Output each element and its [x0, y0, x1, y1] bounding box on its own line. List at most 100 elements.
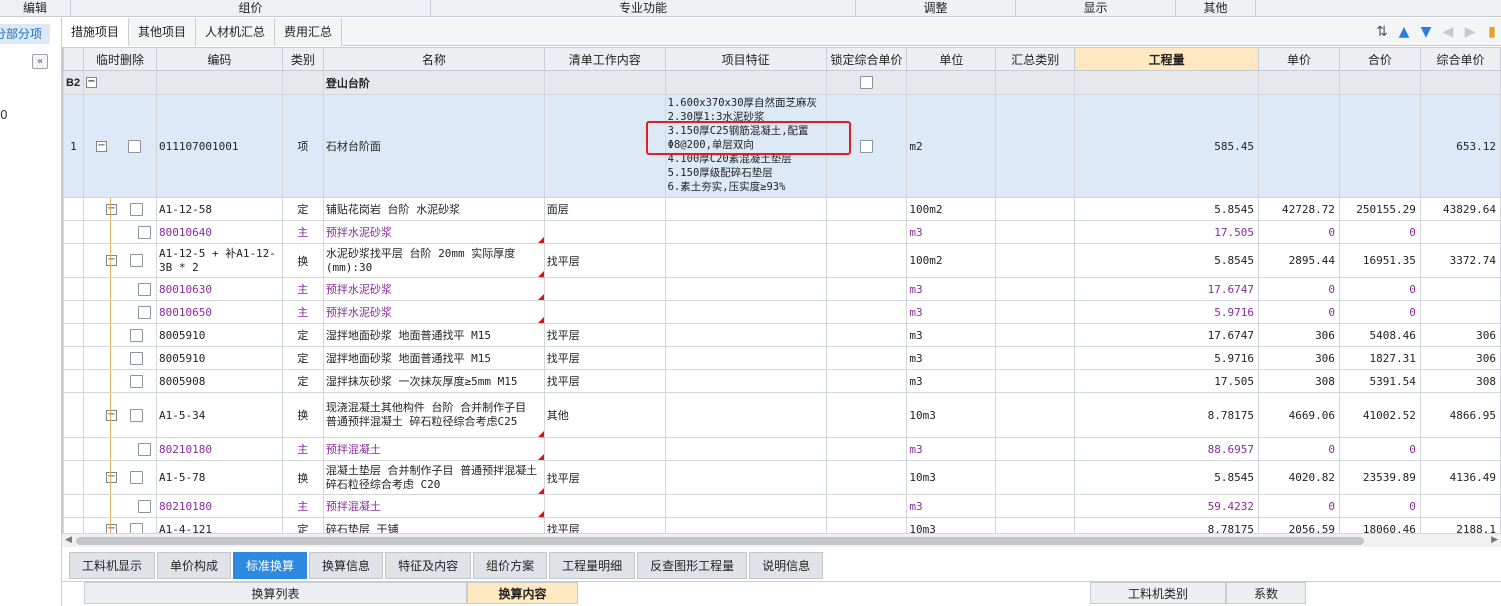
item-features[interactable]: 1.600x370x30厚自然面芝麻灰 2.30厚1:3水泥砂浆 3.150厚C25… [664, 94, 827, 198]
temp-delete-checkbox[interactable] [137, 305, 151, 319]
tab-1[interactable]: 其他项目 [129, 18, 197, 46]
row-name[interactable]: 预拌混凝土 [322, 437, 545, 461]
row-qty[interactable]: 5.9716 [1074, 346, 1259, 370]
row-qty[interactable]: 17.505 [1074, 220, 1259, 244]
temp-delete-checkbox[interactable] [137, 225, 151, 239]
col-header-12[interactable]: 合价 [1338, 47, 1421, 71]
arrow-right-icon[interactable]: ▶ [1461, 24, 1479, 40]
row-qty[interactable]: 17.6747 [1074, 277, 1259, 301]
row-name[interactable]: 混凝土垫层 合并制作子目 普通预拌混凝土 碎石粒径综合考虑 C20 [322, 460, 545, 495]
temp-delete-checkbox[interactable] [129, 471, 143, 485]
collapse-icon[interactable]: − [105, 472, 117, 484]
tab-3[interactable]: 费用汇总 [275, 18, 343, 46]
row-name[interactable]: 预拌水泥砂浆 [322, 220, 545, 244]
row-name[interactable]: 预拌水泥砂浆 [322, 300, 545, 324]
row-name[interactable]: 预拌混凝土 [322, 494, 545, 518]
col-header-10[interactable]: 工程量 [1074, 47, 1259, 71]
row-qty[interactable]: 8.78175 [1074, 392, 1259, 438]
lock-price-checkbox[interactable] [859, 139, 873, 153]
temp-delete-checkbox[interactable] [137, 442, 151, 456]
row-name[interactable]: 预拌水泥砂浆 [322, 277, 545, 301]
collapse-icon[interactable]: − [105, 203, 117, 215]
item-name[interactable]: 石材台阶面 [322, 94, 545, 198]
col-header-4[interactable]: 名称 [322, 47, 545, 71]
row-qty[interactable]: 5.8545 [1074, 243, 1259, 278]
bottom-tab-8[interactable]: 说明信息 [749, 552, 824, 579]
bottom-tab-3[interactable]: 换算信息 [309, 552, 384, 579]
quota-row[interactable]: 80210180 主预拌混凝土 m3 59.4232 0 0 [63, 494, 1501, 518]
row-qty[interactable]: 59.4232 [1074, 494, 1259, 518]
row-qty[interactable]: 17.505 [1074, 369, 1259, 393]
row-name[interactable]: 湿拌地面砂浆 地面普通找平 M15 [322, 346, 545, 370]
quota-row[interactable]: − A1-12-58 定铺贴花岗岩 台阶 水泥砂浆 面层 100m2 5.8545 427… [63, 197, 1501, 221]
tab-0[interactable]: 措施项目 [62, 18, 130, 46]
quota-row[interactable]: − A1-12-5 + 补A1-12-3B * 2 换水泥砂浆找平层 台阶 20m… [63, 243, 1501, 278]
row-qty[interactable]: 8.78175 [1074, 517, 1259, 533]
row-name[interactable]: 湿拌抹灰砂浆 一次抹灰厚度≥5mm M15 [322, 369, 545, 393]
col-header-9[interactable]: 汇总类别 [995, 47, 1076, 71]
scrollbar-thumb[interactable] [76, 537, 1364, 545]
row-qty[interactable]: 5.9716 [1074, 300, 1259, 324]
quota-row[interactable]: 80010650 主预拌水泥砂浆 m3 5.9716 0 0 [63, 300, 1501, 324]
bottom-tab-5[interactable]: 组价方案 [473, 552, 548, 579]
row-qty[interactable]: 17.6747 [1074, 323, 1259, 347]
col-header-6[interactable]: 项目特征 [664, 47, 827, 71]
quota-row[interactable]: 80210180 主预拌混凝土 m3 88.6957 0 0 [63, 437, 1501, 461]
col-header-1[interactable]: 临时删除 [82, 47, 157, 71]
col-header-3[interactable]: 类别 [281, 47, 324, 71]
temp-delete-checkbox[interactable] [137, 282, 151, 296]
row-qty[interactable]: 5.8545 [1074, 460, 1259, 495]
menu-0[interactable]: 编辑 [0, 0, 71, 17]
row-name[interactable]: 湿拌地面砂浆 地面普通找平 M15 [322, 323, 545, 347]
bottom-tab-4[interactable]: 特征及内容 [385, 552, 472, 579]
move-icon[interactable]: ⇅ [1373, 24, 1391, 40]
tab-fenbufenxiang[interactable]: 分部分项 [0, 24, 50, 44]
section-row[interactable]: B2− 登山台阶 [63, 70, 1501, 95]
collapse-icon[interactable]: − [105, 409, 117, 421]
temp-delete-checkbox[interactable] [129, 522, 143, 533]
col-header-11[interactable]: 单价 [1257, 47, 1340, 71]
temp-delete-checkbox[interactable] [129, 351, 143, 365]
item-qty[interactable]: 585.45 [1074, 94, 1259, 198]
temp-delete-checkbox[interactable] [129, 254, 143, 268]
row-name[interactable]: 现浇混凝土其他构件 台阶 合并制作子目 普通预拌混凝土 碎石粒径综合考虑C25 [322, 392, 545, 438]
menu-2[interactable]: 专业功能 [431, 0, 856, 17]
menu-5[interactable]: 其他 [1176, 0, 1256, 17]
quota-row[interactable]: 8005910 定湿拌地面砂浆 地面普通找平 M15 找平层 m3 17.6747 306… [63, 323, 1501, 347]
bottom-tab-0[interactable]: 工料机显示 [69, 552, 156, 579]
row-name[interactable]: 碎石垫层 干铺 [322, 517, 545, 533]
quota-row[interactable]: 8005908 定湿拌抹灰砂浆 一次抹灰厚度≥5mm M15 找平层 m3 17.505… [63, 369, 1501, 393]
collapse-icon[interactable]: − [105, 523, 117, 533]
boq-item-row[interactable]: 1− 011107001001 项石材台阶面 1.600x370x30厚自然面芝麻灰… [63, 94, 1501, 198]
collapse-left-icon[interactable]: « [32, 54, 48, 69]
col-header-7[interactable]: 锁定综合单价 [825, 47, 908, 71]
tab-2[interactable]: 人材机汇总 [196, 18, 276, 46]
row-name[interactable]: 铺贴花岗岩 台阶 水泥砂浆 [322, 197, 545, 221]
bottom-tab-7[interactable]: 反查图形工程量 [637, 552, 748, 579]
col-header-0[interactable] [63, 47, 84, 71]
quota-row[interactable]: 80010640 主预拌水泥砂浆 m3 17.505 0 0 [63, 220, 1501, 244]
col-header-5[interactable]: 清单工作内容 [543, 47, 666, 71]
row-qty[interactable]: 5.8545 [1074, 197, 1259, 221]
collapse-icon[interactable]: − [95, 140, 107, 152]
lock-price-checkbox[interactable] [859, 76, 873, 89]
quota-row[interactable]: 8005910 定湿拌地面砂浆 地面普通找平 M15 找平层 m3 5.9716 306 1… [63, 346, 1501, 370]
collapse-icon[interactable]: − [105, 255, 117, 267]
quota-row[interactable]: − A1-4-121 定碎石垫层 干铺 找平层 10m3 8.78175 2056.59 1… [63, 517, 1501, 533]
arrow-up-icon[interactable]: ▲ [1395, 24, 1413, 40]
menu-4[interactable]: 显示 [1016, 0, 1176, 17]
settings-icon[interactable]: ▮ [1483, 24, 1501, 40]
bottom-tab-1[interactable]: 单价构成 [157, 552, 232, 579]
horizontal-scrollbar[interactable]: ◀ ▶ [62, 533, 1501, 547]
collapse-icon[interactable]: − [85, 77, 97, 89]
quota-row[interactable]: 80010630 主预拌水泥砂浆 m3 17.6747 0 0 [63, 277, 1501, 301]
row-name[interactable]: 水泥砂浆找平层 台阶 20mm 实际厚度(mm):30 [322, 243, 545, 278]
arrow-left-icon[interactable]: ◀ [1439, 24, 1457, 40]
quota-row[interactable]: − A1-5-78 换混凝土垫层 合并制作子目 普通预拌混凝土 碎石粒径综合考虑 … [63, 460, 1501, 495]
temp-delete-checkbox[interactable] [129, 408, 143, 422]
row-qty[interactable]: 88.6957 [1074, 437, 1259, 461]
col-header-2[interactable]: 编码 [155, 47, 283, 71]
menu-1[interactable]: 组价 [71, 0, 431, 17]
bottom-tab-2[interactable]: 标准换算 [233, 552, 308, 579]
temp-delete-checkbox[interactable] [129, 202, 143, 216]
